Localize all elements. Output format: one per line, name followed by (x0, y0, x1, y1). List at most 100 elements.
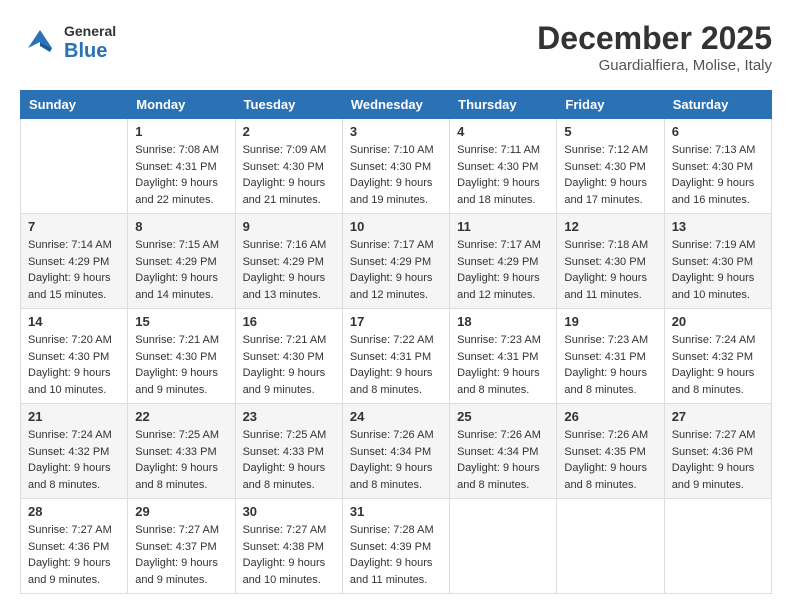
day-number: 7 (28, 219, 120, 234)
calendar-cell: 4 Sunrise: 7:11 AMSunset: 4:30 PMDaylight… (450, 119, 557, 214)
calendar-cell: 20 Sunrise: 7:24 AMSunset: 4:32 PMDayligh… (664, 309, 771, 404)
day-number: 1 (135, 124, 227, 139)
day-number: 29 (135, 504, 227, 519)
day-info: Sunrise: 7:26 AMSunset: 4:35 PMDaylight:… (564, 427, 656, 493)
calendar-cell: 14 Sunrise: 7:20 AMSunset: 4:30 PMDayligh… (21, 309, 128, 404)
weekday-header: Saturday (664, 91, 771, 119)
day-number: 18 (457, 314, 549, 329)
day-info: Sunrise: 7:21 AMSunset: 4:30 PMDaylight:… (135, 332, 227, 398)
day-number: 23 (243, 409, 335, 424)
calendar-week-row: 7 Sunrise: 7:14 AMSunset: 4:29 PMDaylight… (21, 214, 772, 309)
day-info: Sunrise: 7:26 AMSunset: 4:34 PMDaylight:… (350, 427, 442, 493)
day-info: Sunrise: 7:15 AMSunset: 4:29 PMDaylight:… (135, 237, 227, 303)
day-info: Sunrise: 7:11 AMSunset: 4:30 PMDaylight:… (457, 142, 549, 208)
calendar-cell: 16Sunrise: 7:21 AMSunset: 4:30 PMDayligh… (235, 309, 342, 404)
day-number: 11 (457, 219, 549, 234)
day-number: 26 (564, 409, 656, 424)
calendar-cell: 23 Sunrise: 7:25 AMSunset: 4:33 PMDayligh… (235, 404, 342, 499)
day-info: Sunrise: 7:25 AMSunset: 4:33 PMDaylight:… (135, 427, 227, 493)
day-info: Sunrise: 7:24 AMSunset: 4:32 PMDaylight:… (28, 427, 120, 493)
day-number: 9 (243, 219, 335, 234)
weekday-header: Wednesday (342, 91, 449, 119)
day-info: Sunrise: 7:26 AMSunset: 4:34 PMDaylight:… (457, 427, 549, 493)
calendar-cell: 8 Sunrise: 7:15 AMSunset: 4:29 PMDaylight… (128, 214, 235, 309)
location: Guardialfiera, Molise, Italy (537, 57, 772, 74)
day-number: 17 (350, 314, 442, 329)
day-info: Sunrise: 7:24 AMSunset: 4:32 PMDaylight:… (672, 332, 764, 398)
day-number: 14 (28, 314, 120, 329)
day-info: Sunrise: 7:14 AMSunset: 4:29 PMDaylight:… (28, 237, 120, 303)
day-info: Sunrise: 7:21 AMSunset: 4:30 PMDaylight:… (243, 332, 335, 398)
calendar-week-row: 21 Sunrise: 7:24 AMSunset: 4:32 PMDayligh… (21, 404, 772, 499)
calendar-cell: 29 Sunrise: 7:27 AMSunset: 4:37 PMDayligh… (128, 499, 235, 594)
day-number: 8 (135, 219, 227, 234)
day-number: 6 (672, 124, 764, 139)
calendar-cell: 10Sunrise: 7:17 AMSunset: 4:29 PMDayligh… (342, 214, 449, 309)
weekday-header: Friday (557, 91, 664, 119)
logo-bird-icon (20, 20, 60, 66)
calendar-cell (450, 499, 557, 594)
calendar-cell: 21 Sunrise: 7:24 AMSunset: 4:32 PMDayligh… (21, 404, 128, 499)
calendar-cell: 24 Sunrise: 7:26 AMSunset: 4:34 PMDayligh… (342, 404, 449, 499)
logo-text: General Blue (64, 24, 116, 61)
calendar-cell: 7 Sunrise: 7:14 AMSunset: 4:29 PMDaylight… (21, 214, 128, 309)
calendar-cell: 5Sunrise: 7:12 AMSunset: 4:30 PMDaylight… (557, 119, 664, 214)
day-info: Sunrise: 7:25 AMSunset: 4:33 PMDaylight:… (243, 427, 335, 493)
calendar-cell: 18Sunrise: 7:23 AMSunset: 4:31 PMDayligh… (450, 309, 557, 404)
calendar-table: SundayMondayTuesdayWednesdayThursdayFrid… (20, 90, 772, 594)
calendar-cell: 12Sunrise: 7:18 AMSunset: 4:30 PMDayligh… (557, 214, 664, 309)
calendar-cell: 9Sunrise: 7:16 AMSunset: 4:29 PMDaylight… (235, 214, 342, 309)
day-info: Sunrise: 7:17 AMSunset: 4:29 PMDaylight:… (457, 237, 549, 303)
calendar-week-row: 1 Sunrise: 7:08 AMSunset: 4:31 PMDaylight… (21, 119, 772, 214)
day-info: Sunrise: 7:27 AMSunset: 4:36 PMDaylight:… (28, 522, 120, 588)
day-number: 27 (672, 409, 764, 424)
calendar-cell: 11 Sunrise: 7:17 AMSunset: 4:29 PMDayligh… (450, 214, 557, 309)
day-number: 5 (564, 124, 656, 139)
month-title: December 2025 (537, 20, 772, 57)
day-info: Sunrise: 7:27 AMSunset: 4:38 PMDaylight:… (243, 522, 335, 588)
calendar-week-row: 14 Sunrise: 7:20 AMSunset: 4:30 PMDayligh… (21, 309, 772, 404)
calendar-header-row: SundayMondayTuesdayWednesdayThursdayFrid… (21, 91, 772, 119)
day-number: 25 (457, 409, 549, 424)
calendar-cell: 22Sunrise: 7:25 AMSunset: 4:33 PMDayligh… (128, 404, 235, 499)
day-number: 3 (350, 124, 442, 139)
day-info: Sunrise: 7:22 AMSunset: 4:31 PMDaylight:… (350, 332, 442, 398)
day-number: 28 (28, 504, 120, 519)
day-number: 30 (243, 504, 335, 519)
day-number: 24 (350, 409, 442, 424)
calendar-cell (557, 499, 664, 594)
day-number: 15 (135, 314, 227, 329)
day-number: 4 (457, 124, 549, 139)
calendar-cell: 1 Sunrise: 7:08 AMSunset: 4:31 PMDaylight… (128, 119, 235, 214)
day-info: Sunrise: 7:20 AMSunset: 4:30 PMDaylight:… (28, 332, 120, 398)
calendar-cell: 28 Sunrise: 7:27 AMSunset: 4:36 PMDayligh… (21, 499, 128, 594)
day-info: Sunrise: 7:09 AMSunset: 4:30 PMDaylight:… (243, 142, 335, 208)
day-info: Sunrise: 7:28 AMSunset: 4:39 PMDaylight:… (350, 522, 442, 588)
day-info: Sunrise: 7:18 AMSunset: 4:30 PMDaylight:… (564, 237, 656, 303)
day-number: 19 (564, 314, 656, 329)
day-info: Sunrise: 7:23 AMSunset: 4:31 PMDaylight:… (564, 332, 656, 398)
day-info: Sunrise: 7:27 AMSunset: 4:37 PMDaylight:… (135, 522, 227, 588)
calendar-week-row: 28 Sunrise: 7:27 AMSunset: 4:36 PMDayligh… (21, 499, 772, 594)
day-number: 2 (243, 124, 335, 139)
day-info: Sunrise: 7:08 AMSunset: 4:31 PMDaylight:… (135, 142, 227, 208)
day-number: 20 (672, 314, 764, 329)
day-number: 21 (28, 409, 120, 424)
day-number: 31 (350, 504, 442, 519)
calendar-cell: 6Sunrise: 7:13 AMSunset: 4:30 PMDaylight… (664, 119, 771, 214)
calendar-cell: 3Sunrise: 7:10 AMSunset: 4:30 PMDaylight… (342, 119, 449, 214)
day-info: Sunrise: 7:19 AMSunset: 4:30 PMDaylight:… (672, 237, 764, 303)
day-info: Sunrise: 7:17 AMSunset: 4:29 PMDaylight:… (350, 237, 442, 303)
calendar-cell (21, 119, 128, 214)
weekday-header: Tuesday (235, 91, 342, 119)
weekday-header: Monday (128, 91, 235, 119)
weekday-header: Thursday (450, 91, 557, 119)
title-section: December 2025 Guardialfiera, Molise, Ita… (537, 20, 772, 74)
calendar-cell: 30 Sunrise: 7:27 AMSunset: 4:38 PMDayligh… (235, 499, 342, 594)
calendar-cell: 13 Sunrise: 7:19 AMSunset: 4:30 PMDayligh… (664, 214, 771, 309)
calendar-cell: 31 Sunrise: 7:28 AMSunset: 4:39 PMDayligh… (342, 499, 449, 594)
calendar-cell (664, 499, 771, 594)
weekday-header: Sunday (21, 91, 128, 119)
day-number: 13 (672, 219, 764, 234)
calendar-cell: 27Sunrise: 7:27 AMSunset: 4:36 PMDayligh… (664, 404, 771, 499)
